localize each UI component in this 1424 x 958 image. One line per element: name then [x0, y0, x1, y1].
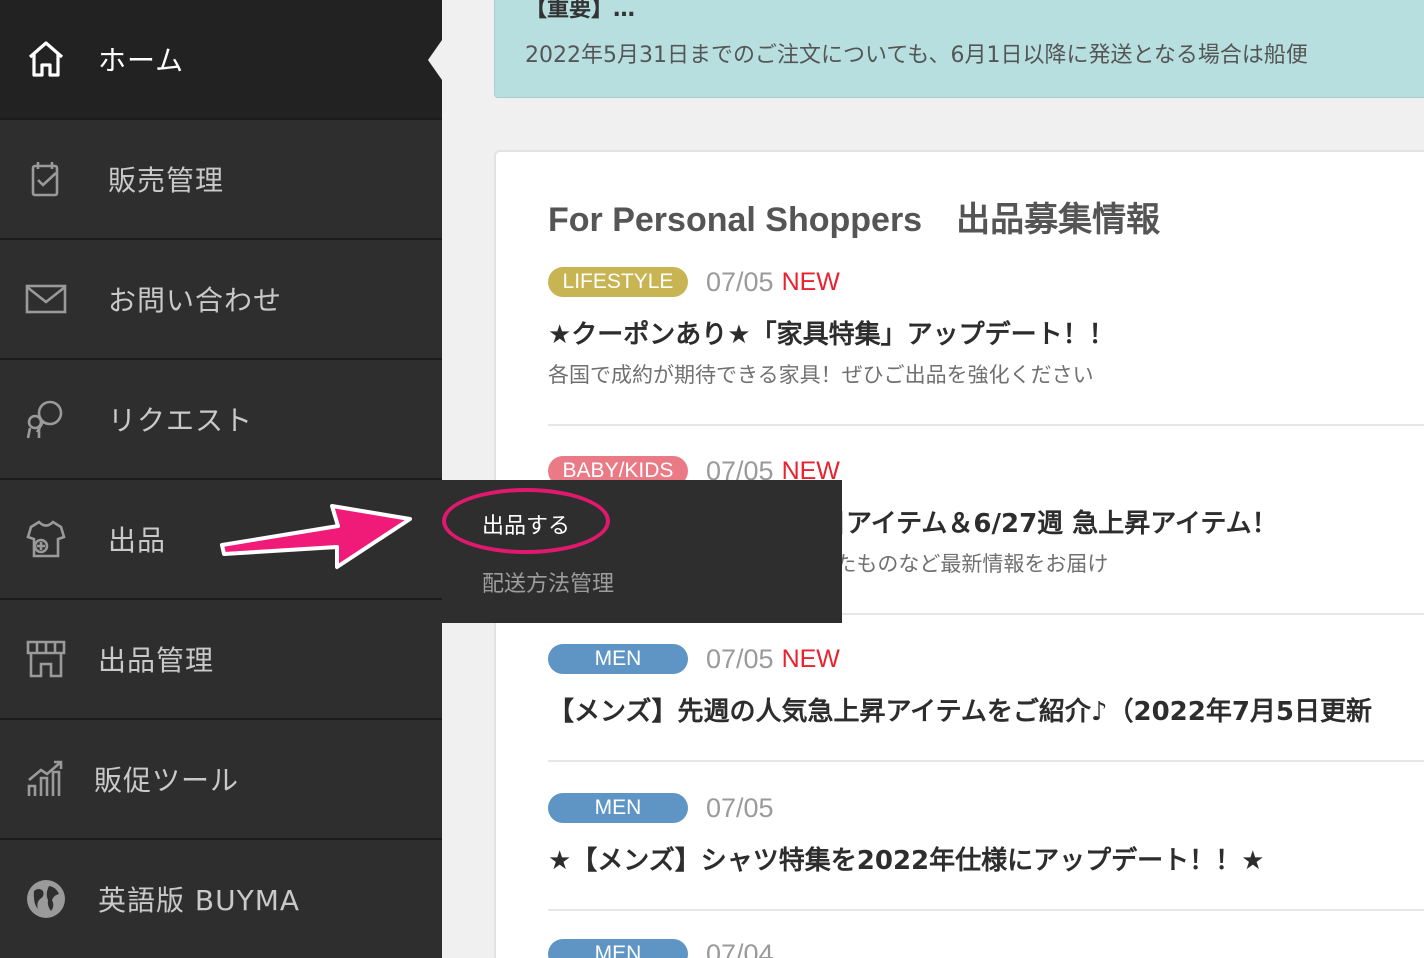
news-description: 各国で成約が期待できる家具！ぜひご出品を強化ください [548, 363, 1094, 387]
sidebar-item-label: 英語版 BUYMA [98, 884, 301, 917]
sidebar-item-listing[interactable]: 出品 [0, 480, 442, 600]
banner-text: 2022年5月31日までのご注文についても、6月1日以降に発送となる場合は船便 [525, 43, 1308, 68]
envelope-icon [24, 277, 68, 321]
highlight-circle [442, 488, 610, 554]
category-badge: MEN [548, 793, 688, 823]
sidebar-item-sales[interactable]: 販売管理 [0, 120, 442, 240]
divider [548, 760, 1424, 762]
globe-icon [24, 877, 68, 921]
new-badge: NEW [781, 267, 840, 296]
news-date: 07/05 [706, 643, 774, 674]
sidebar-item-label: 販促ツール [94, 764, 240, 797]
sidebar-item-request[interactable]: リクエスト [0, 360, 442, 480]
news-item[interactable]: LIFESTYLE 07/05 NEW ★クーポンあり★「家具特集」アップデート… [548, 266, 1424, 389]
sidebar-item-label: ホーム [98, 44, 185, 77]
news-date: 07/05 [706, 792, 774, 823]
banner-title: 【重要】… [525, 0, 636, 22]
request-chat-icon [24, 397, 68, 441]
news-headline[interactable]: ★クーポンあり★「家具特集」アップデート！！ [548, 314, 1424, 351]
sidebar-item-english-buyma[interactable]: 英語版 BUYMA [0, 840, 442, 958]
sidebar-item-label: お問い合わせ [108, 284, 283, 317]
divider [548, 424, 1424, 426]
news-headline[interactable]: ★【メンズ】シャツ特集を2022年仕様にアップデート！！★ [548, 840, 1424, 877]
sidebar-item-label: リクエスト [108, 404, 254, 437]
news-item[interactable]: MEN 07/05 ★【メンズ】シャツ特集を2022年仕様にアップデート！！★ [548, 792, 1424, 877]
sidebar-item-label: 出品 [108, 524, 167, 557]
news-item[interactable]: MEN 07/04 [548, 938, 1424, 958]
sidebar-item-home[interactable]: ホーム [0, 0, 442, 120]
news-date: 07/05 [706, 266, 774, 297]
sidebar-item-label: 出品管理 [98, 644, 215, 677]
category-badge: MEN [548, 939, 688, 958]
sidebar-item-listing-management[interactable]: 出品管理 [0, 600, 442, 720]
sidebar-item-promotion-tools[interactable]: 販促ツール [0, 720, 442, 840]
card-title: For Personal Shoppers 出品募集情報 [548, 201, 1161, 239]
category-badge: LIFESTYLE [548, 267, 688, 297]
shirt-plus-icon [24, 517, 68, 561]
news-date: 07/04 [706, 938, 774, 958]
sidebar-item-label: 販売管理 [108, 164, 225, 197]
news-item[interactable]: MEN 07/05 NEW 【メンズ】先週の人気急上昇アイテムをご紹介♪（202… [548, 643, 1424, 728]
new-badge: NEW [781, 644, 840, 673]
divider [548, 909, 1424, 911]
active-indicator [428, 40, 442, 80]
clipboard-check-icon [24, 157, 68, 201]
storefront-icon [24, 637, 68, 681]
category-badge: MEN [548, 644, 688, 674]
notice-banner[interactable]: 【重要】… 2022年5月31日までのご注文についても、6月1日以降に発送となる… [494, 0, 1424, 98]
home-icon [24, 37, 68, 81]
submenu-item-shipping-methods[interactable]: 配送方法管理 [482, 566, 614, 598]
sidebar-item-inquiry[interactable]: お問い合わせ [0, 240, 442, 360]
chart-growth-icon [24, 757, 68, 801]
sidebar-nav: ホーム 販売管理 お問い合わせ リクエスト 出品 出品管理 販促ツール 英語版 … [0, 0, 442, 958]
news-headline[interactable]: 【メンズ】先週の人気急上昇アイテムをご紹介♪（2022年7月5日更新 [548, 691, 1424, 728]
